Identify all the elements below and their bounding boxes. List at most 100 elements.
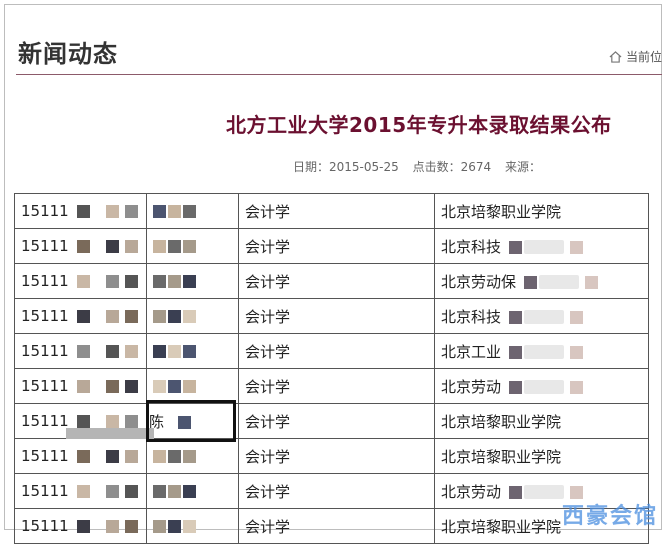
home-icon xyxy=(609,50,622,63)
source-label: 来源： xyxy=(504,160,541,174)
cell-id: 15111 xyxy=(14,438,147,474)
blurred-redaction xyxy=(509,343,585,361)
cell-id: 15111 xyxy=(14,298,147,334)
watermark-logo: 西豪会馆 xyxy=(561,504,658,529)
cell-id: 15111 xyxy=(14,333,147,369)
blurred-redaction xyxy=(524,273,600,291)
cell-school-text: 北京科技 xyxy=(441,237,502,256)
cell-id: 15111 xyxy=(14,193,147,229)
cell-major: 会计学 xyxy=(238,298,435,334)
cell-id: 15111 xyxy=(14,368,147,404)
cell-name xyxy=(146,333,239,369)
cell-id-text: 15111 xyxy=(21,517,69,535)
cell-major: 会计学 xyxy=(238,403,435,439)
mosaic-redaction xyxy=(76,482,144,500)
cell-id-text: 15111 xyxy=(21,412,69,430)
cell-id: 15111 xyxy=(14,228,147,264)
breadcrumb-label[interactable]: 当前位 xyxy=(626,48,662,65)
mosaic-redaction xyxy=(153,342,198,360)
cell-school: 北京劳动 xyxy=(434,368,649,404)
results-table: 15111 会计学 北京培黎职业学院 15111 会计学 北京科技 15111 会计学 北京劳动… xyxy=(14,193,649,544)
redaction-bar xyxy=(66,428,154,439)
mosaic-redaction xyxy=(76,202,144,220)
cell-id-text: 15111 xyxy=(21,202,69,220)
cell-name xyxy=(146,368,239,404)
blurred-redaction xyxy=(509,238,585,256)
cell-id-text: 15111 xyxy=(21,272,69,290)
mosaic-redaction xyxy=(153,272,198,290)
table-row: 15111 会计学 北京劳动 xyxy=(14,368,649,404)
mosaic-redaction xyxy=(153,202,198,220)
cell-school-text: 北京工业 xyxy=(441,342,502,361)
cell-name xyxy=(146,193,239,229)
cell-major: 会计学 xyxy=(238,228,435,264)
cell-major: 会计学 xyxy=(238,438,435,474)
cell-school: 北京培黎职业学院 xyxy=(434,193,649,229)
breadcrumb[interactable]: 当前位 xyxy=(609,48,662,65)
cell-school-text: 北京科技 xyxy=(441,307,502,326)
mosaic-redaction xyxy=(76,377,144,395)
cell-id: 15111 xyxy=(14,473,147,509)
cell-school-text: 北京培黎职业学院 xyxy=(441,202,562,221)
article-meta: 日期：2015-05-25 点击数：2674 来源： xyxy=(293,158,551,175)
clicks-label: 点击数：2674 xyxy=(412,160,492,174)
table-row: 15111 会计学 北京培黎职业学院 xyxy=(14,438,649,474)
blurred-redaction xyxy=(509,378,585,396)
table-row: 15111 会计学 北京劳动保 xyxy=(14,263,649,299)
cell-id-text: 15111 xyxy=(21,307,69,325)
cell-school: 北京培黎职业学院 xyxy=(434,403,649,439)
table-row: 15111 会计学 北京培黎职业学院 xyxy=(14,508,649,544)
section-divider xyxy=(16,74,662,75)
mosaic-redaction xyxy=(153,482,198,500)
cell-id: 15111 xyxy=(14,508,147,544)
date-label: 日期：2015-05-25 xyxy=(293,160,399,174)
table-row: 15111 会计学 北京工业 xyxy=(14,333,649,369)
table-row: 15111 会计学 北京科技 xyxy=(14,298,649,334)
cell-school-text: 北京劳动 xyxy=(441,482,502,501)
cell-major: 会计学 xyxy=(238,508,435,544)
mosaic-redaction xyxy=(153,307,198,325)
cell-school: 北京科技 xyxy=(434,228,649,264)
cell-name xyxy=(146,508,239,544)
highlight-box xyxy=(146,400,236,442)
cell-name xyxy=(146,473,239,509)
cell-major: 会计学 xyxy=(238,193,435,229)
cell-school-text: 北京培黎职业学院 xyxy=(441,447,562,466)
mosaic-redaction xyxy=(76,237,144,255)
article-title: 北方工业大学2015年专升本录取结果公布 xyxy=(226,113,612,137)
cell-major: 会计学 xyxy=(238,473,435,509)
cell-school-text: 北京培黎职业学院 xyxy=(441,517,562,536)
mosaic-redaction xyxy=(76,307,144,325)
cell-name xyxy=(146,298,239,334)
cell-major: 会计学 xyxy=(238,368,435,404)
cell-school-text: 北京劳动保 xyxy=(441,272,517,291)
mosaic-redaction xyxy=(76,517,144,535)
blurred-redaction xyxy=(509,308,585,326)
mosaic-redaction xyxy=(76,447,144,465)
cell-id-text: 15111 xyxy=(21,447,69,465)
cell-school: 北京劳动保 xyxy=(434,263,649,299)
section-title: 新闻动态 xyxy=(18,40,118,68)
mosaic-redaction xyxy=(153,237,198,255)
cell-id-text: 15111 xyxy=(21,377,69,395)
mosaic-redaction xyxy=(153,377,198,395)
cell-school: 北京工业 xyxy=(434,333,649,369)
cell-id-text: 15111 xyxy=(21,482,69,500)
mosaic-redaction xyxy=(76,272,144,290)
cell-name xyxy=(146,263,239,299)
cell-school: 北京科技 xyxy=(434,298,649,334)
table-row: 15111 会计学 北京科技 xyxy=(14,228,649,264)
cell-school-text: 北京劳动 xyxy=(441,377,502,396)
cell-name xyxy=(146,228,239,264)
mosaic-redaction xyxy=(153,517,198,535)
cell-major: 会计学 xyxy=(238,263,435,299)
mosaic-redaction xyxy=(76,342,144,360)
mosaic-redaction xyxy=(153,447,198,465)
cell-major: 会计学 xyxy=(238,333,435,369)
cell-id-text: 15111 xyxy=(21,237,69,255)
table-row: 15111 会计学 北京劳动 xyxy=(14,473,649,509)
table-row: 15111 会计学 北京培黎职业学院 xyxy=(14,193,649,229)
cell-id: 15111 xyxy=(14,263,147,299)
cell-school: 北京培黎职业学院 xyxy=(434,438,649,474)
cell-name xyxy=(146,438,239,474)
